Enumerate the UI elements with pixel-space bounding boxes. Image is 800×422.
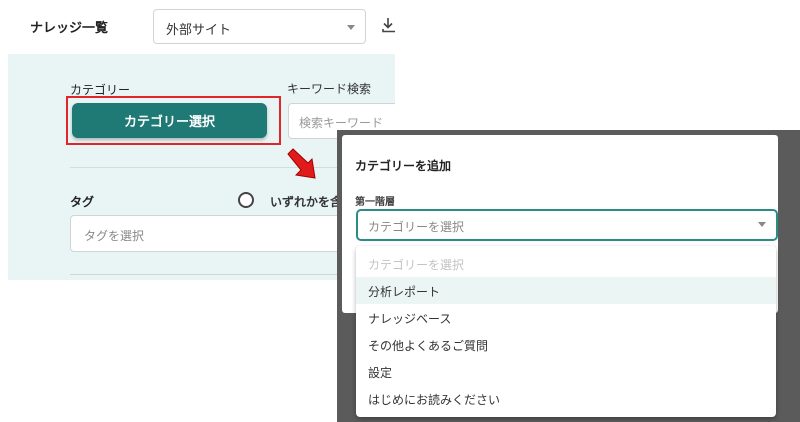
dropdown-option[interactable]: その他よくあるご質問	[356, 331, 776, 358]
option-label: 分析レポート	[368, 285, 441, 299]
knowledge-list-page: ナレッジ一覧 外部サイト カテゴリー キーワード検索 カテゴリー選択 検索キーワ…	[0, 0, 395, 280]
site-select[interactable]: 外部サイト	[153, 9, 366, 44]
category-select-button[interactable]: カテゴリー選択	[72, 103, 267, 138]
tag-label: タグ	[70, 195, 95, 209]
tag-select-placeholder: タグを選択	[84, 229, 145, 243]
category-modal-screenshot: カテゴリーを追加 第一階層 カテゴリーを選択 カテゴリーを選択 分析レポート ナ…	[337, 130, 800, 422]
category-dropdown-list: カテゴリーを選択 分析レポート ナレッジベース その他よくあるご質問 設定 はじ…	[356, 246, 776, 417]
download-icon[interactable]	[381, 16, 395, 34]
category-select-placeholder: カテゴリーを選択	[368, 220, 465, 234]
page-title: ナレッジ一覧	[30, 21, 109, 36]
option-label: はじめにお読みください	[368, 393, 501, 407]
keyword-search-label: キーワード検索	[287, 82, 372, 96]
option-label: その他よくあるご質問	[368, 339, 489, 353]
tag-match-any-label: いずれかを含	[270, 195, 343, 209]
dropdown-option[interactable]: はじめにお読みください	[356, 385, 776, 412]
top-bar: ナレッジ一覧 外部サイト	[0, 0, 395, 54]
chevron-up-icon	[758, 222, 766, 227]
dropdown-option[interactable]: ナレッジベース	[356, 304, 776, 331]
tag-match-any-radio[interactable]	[238, 192, 254, 208]
dropdown-option[interactable]: 設定	[356, 358, 776, 385]
category-button-highlight: カテゴリー選択	[66, 96, 281, 145]
chevron-down-icon	[347, 25, 355, 30]
option-label: ナレッジベース	[368, 312, 452, 326]
option-label: カテゴリーを選択	[368, 258, 465, 272]
dropdown-option[interactable]: 分析レポート	[356, 277, 776, 304]
keyword-search-placeholder: 検索キーワード	[299, 116, 384, 130]
first-level-category-select[interactable]: カテゴリーを選択	[356, 209, 778, 241]
site-select-value: 外部サイト	[166, 23, 232, 38]
option-label: 設定	[368, 366, 393, 380]
dropdown-option: カテゴリーを選択	[356, 250, 776, 277]
red-arrow-icon	[287, 148, 316, 179]
first-level-label: 第一階層	[355, 197, 395, 208]
dialog-title: カテゴリーを追加	[355, 159, 452, 173]
